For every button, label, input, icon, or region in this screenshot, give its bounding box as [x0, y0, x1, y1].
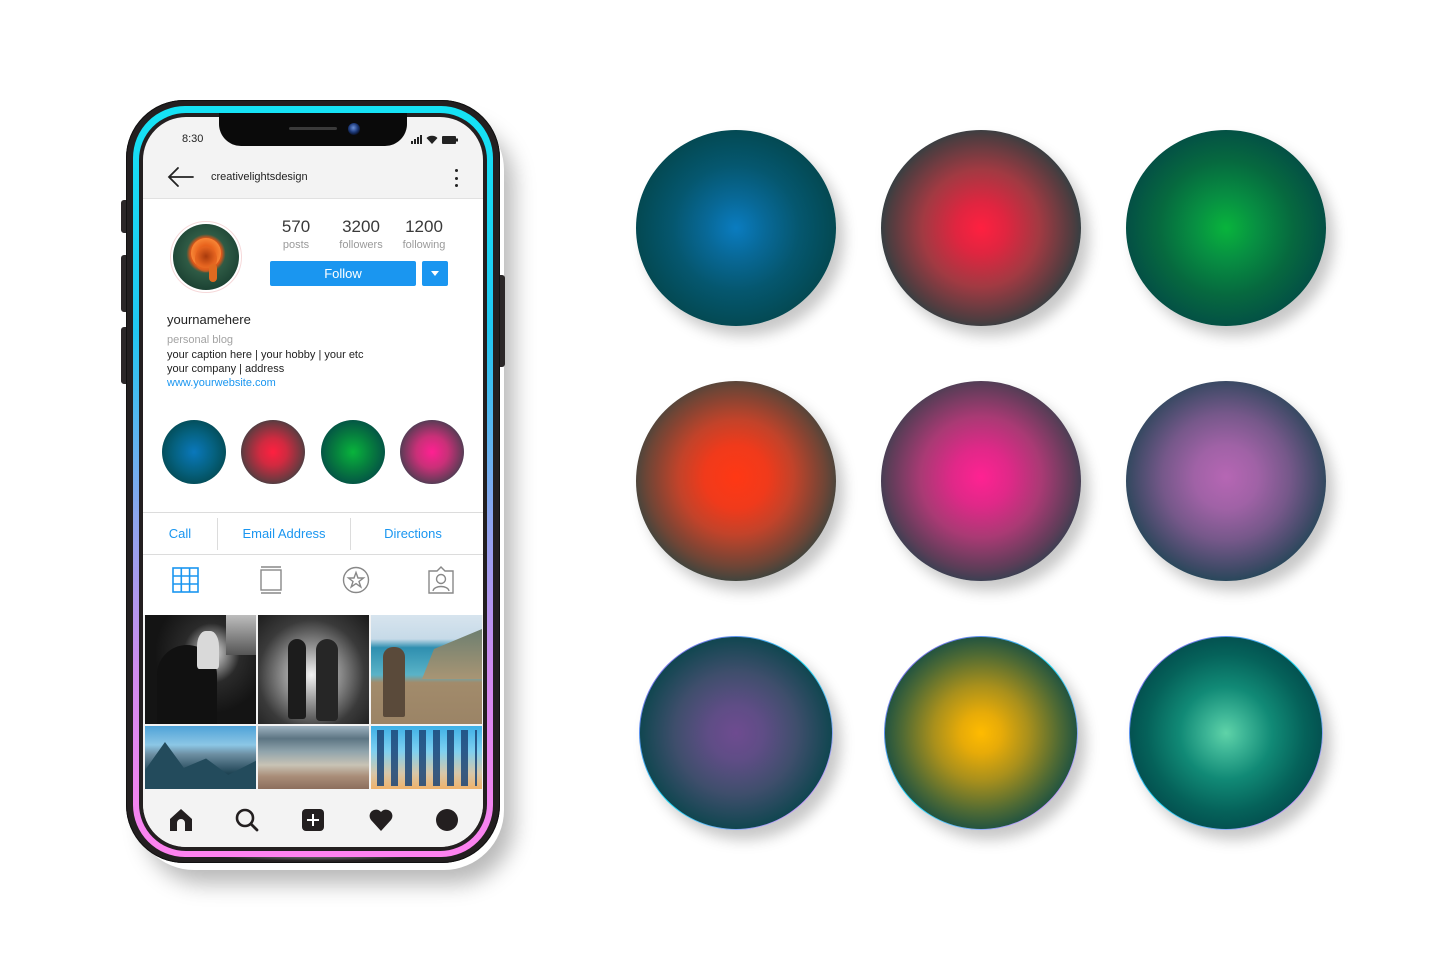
home-icon[interactable]	[168, 807, 194, 833]
orb-magenta	[881, 381, 1081, 581]
post-mountain-valley[interactable]	[145, 726, 256, 789]
add-post-icon[interactable]	[300, 807, 326, 833]
post-photographer-on-cliff[interactable]	[371, 615, 482, 724]
stat-followers-label: followers	[339, 239, 383, 251]
profile-name: yournamehere	[167, 312, 251, 327]
post-bw-couple-in-rain[interactable]	[258, 615, 369, 724]
follow-dropdown-button[interactable]	[422, 261, 448, 286]
more-vertical-icon[interactable]	[452, 169, 460, 187]
star-circle-icon[interactable]	[341, 565, 371, 595]
stat-followers[interactable]: 3200 followers	[326, 217, 396, 251]
website-link[interactable]: www.yourwebsite.com	[167, 377, 276, 389]
phone-speaker	[289, 127, 337, 130]
orb-green	[1126, 130, 1326, 326]
follow-button[interactable]: Follow	[270, 261, 416, 286]
tagged-user-icon[interactable]	[426, 565, 456, 595]
orb-orange-red	[636, 381, 836, 581]
post-bw-couple-embrace[interactable]	[145, 615, 256, 724]
profile-category: personal blog	[167, 334, 234, 346]
search-icon[interactable]	[234, 807, 260, 833]
post-beach-shore[interactable]	[258, 726, 369, 789]
story-highlight-red[interactable]	[241, 420, 305, 484]
phone-camera	[348, 123, 360, 135]
stat-following[interactable]: 1200 following	[389, 217, 459, 251]
battery-icon	[442, 136, 458, 144]
bio-line: your company | address	[167, 363, 285, 375]
orb-mint	[1129, 636, 1323, 830]
header-username: creativelightsdesign	[211, 171, 308, 183]
contact-actions-bar: Call Email Address Directions	[143, 512, 483, 555]
stat-following-value: 1200	[405, 217, 443, 236]
stat-followers-value: 3200	[342, 217, 380, 236]
stat-following-label: following	[402, 239, 446, 251]
wifi-icon	[426, 135, 438, 144]
phone-screen: 8:30 creativelightsdesign 570 posts 3200…	[143, 117, 483, 847]
heart-icon[interactable]	[368, 807, 394, 833]
orb-purple	[639, 636, 833, 830]
email-address-button[interactable]: Email Address	[218, 513, 350, 555]
grid-icon[interactable]	[171, 565, 201, 595]
status-icons	[411, 135, 458, 144]
directions-button[interactable]: Directions	[351, 513, 475, 555]
feed-icon[interactable]	[256, 565, 286, 595]
stat-posts-value: 570	[281, 217, 311, 236]
story-highlight-green[interactable]	[321, 420, 385, 484]
call-button[interactable]: Call	[143, 513, 217, 555]
signal-icon	[411, 135, 422, 144]
arrow-left-icon[interactable]	[165, 165, 195, 189]
profile-icon[interactable]	[434, 807, 460, 833]
profile-section: 570 posts 3200 followers 1200 following …	[143, 199, 483, 512]
orb-gold	[884, 636, 1078, 830]
story-highlight-pink[interactable]	[400, 420, 464, 484]
bottom-navigation	[143, 793, 483, 847]
story-highlight-blue[interactable]	[162, 420, 226, 484]
stat-posts[interactable]: 570 posts	[261, 217, 331, 251]
posts-grid	[145, 615, 482, 793]
stat-posts-label: posts	[282, 239, 310, 251]
orb-violet	[1126, 381, 1326, 581]
profile-tabs	[143, 555, 483, 615]
orb-red	[881, 130, 1081, 326]
orb-blue	[636, 130, 836, 326]
post-people-jumping-silhouettes[interactable]	[371, 726, 482, 789]
avatar[interactable]	[173, 224, 239, 290]
status-time: 8:30	[182, 133, 204, 145]
bio-line: your caption here | your hobby | your et…	[167, 349, 364, 361]
profile-header-bar: creativelightsdesign	[143, 157, 483, 199]
